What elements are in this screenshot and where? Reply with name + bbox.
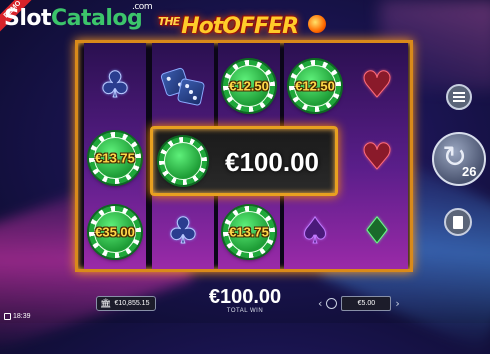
stop-button[interactable] [444, 208, 472, 236]
dice-icon [159, 66, 206, 107]
logo-word-slot: Slot [4, 6, 52, 31]
total-win: €100.00 TOTAL WIN [200, 287, 290, 314]
spin-button[interactable]: ↻ 26 [432, 132, 486, 186]
game-title-prefix: THE [158, 15, 180, 28]
spade-icon: ♠ [298, 211, 332, 252]
logo-suffix: .com [132, 2, 153, 12]
chip-icon [159, 137, 207, 185]
chip-value: €13.75 [95, 150, 135, 166]
heart-icon: ♥ [360, 65, 394, 106]
win-overlay: €100.00 [150, 126, 338, 196]
bet-value: €5.00 [341, 296, 392, 311]
reel-cell: €35.00 [85, 197, 145, 267]
reel-cell: ♣ [85, 51, 145, 121]
chip-icon: €12.50 [223, 60, 275, 112]
total-win-label: TOTAL WIN [226, 308, 264, 314]
club-icon: ♣ [98, 65, 132, 106]
flame-icon [308, 15, 326, 33]
bet-decrease-button[interactable]: ‹ [318, 297, 322, 310]
reel-cell: €12.50 [285, 51, 345, 121]
total-win-amount: €100.00 [208, 286, 282, 308]
reel-cell: ♥ [347, 123, 407, 193]
chip-icon: €35.00 [89, 206, 141, 258]
autoplay-count: 26 [462, 164, 477, 179]
chip-icon: €13.75 [223, 206, 275, 258]
reel-cell: €13.75 [219, 197, 279, 267]
balance-display: 🏛 €10,855.15 [96, 296, 156, 311]
site-logo: SlotCatalog .com [4, 2, 153, 31]
chip-value: €35.00 [95, 224, 135, 240]
chip-value: €12.50 [295, 78, 335, 94]
reel-cell: ♠ [285, 197, 345, 267]
clock-icon [4, 313, 11, 320]
chip-value: €12.50 [229, 78, 269, 94]
bet-selector: ‹ €5.00 › [318, 296, 408, 311]
reel-cell: ♥ [347, 51, 407, 121]
reel-5: ♥ ♥ ♦ [346, 43, 408, 269]
reel-cell [153, 51, 213, 121]
reel-cell: ♣ [153, 197, 213, 267]
diamond-icon: ♦ [360, 211, 394, 252]
logo-word-catalog: Catalog [51, 6, 143, 31]
reel-1: ♣ €13.75 €35.00 [84, 43, 146, 269]
reel-cell: €13.75 [85, 123, 145, 193]
bet-increase-button[interactable]: › [395, 297, 399, 310]
hamburger-icon [453, 92, 465, 94]
stop-icon [453, 215, 463, 229]
game-title-text: HotOFFER [181, 14, 299, 39]
win-amount: €100.00 [225, 147, 319, 177]
menu-button[interactable] [446, 84, 472, 110]
clock: 18:39 [4, 313, 31, 320]
balance-value: €10,855.15 [114, 300, 150, 307]
reel-cell: €12.50 [219, 51, 279, 121]
chip-icon: €12.50 [289, 60, 341, 112]
clock-time: 18:39 [13, 313, 31, 320]
club-icon: ♣ [166, 211, 200, 252]
chip-icon: €13.75 [89, 132, 141, 184]
coin-icon [326, 298, 338, 309]
chip-value: €13.75 [229, 224, 269, 240]
reel-cell: ♦ [347, 197, 407, 267]
bank-icon: 🏛 [100, 298, 112, 308]
game-title: THEHotOFFER [158, 14, 328, 40]
heart-icon: ♥ [360, 137, 394, 178]
